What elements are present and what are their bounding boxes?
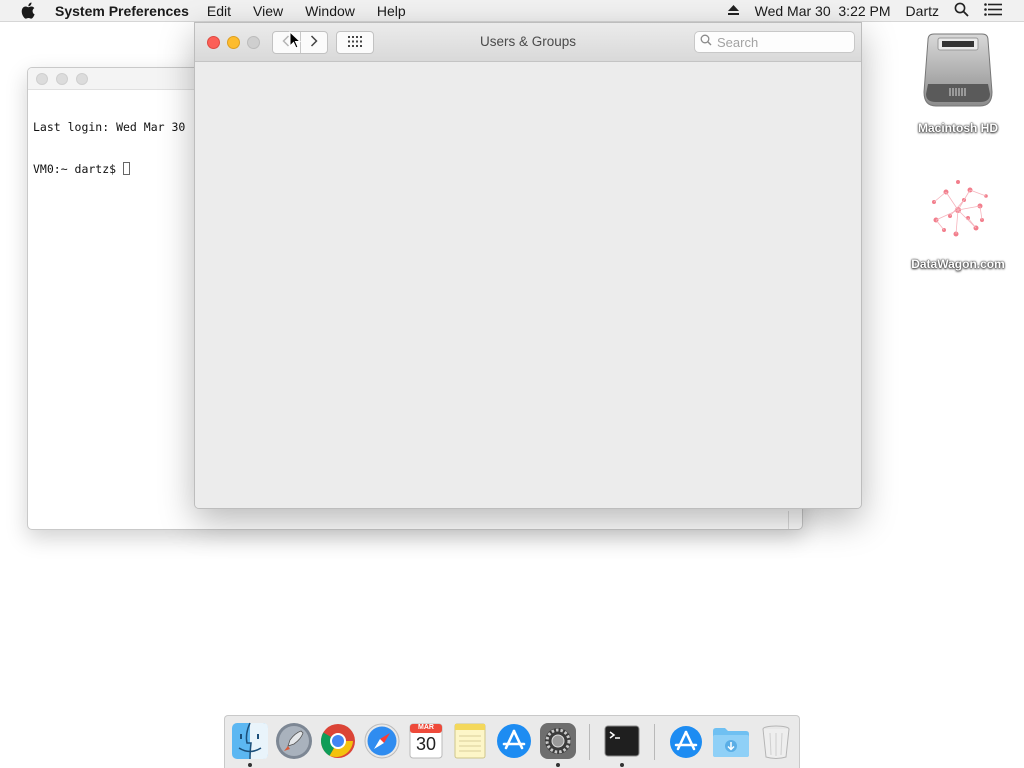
spotlight-search-icon[interactable]: [954, 2, 969, 20]
safari-icon: [363, 723, 401, 764]
mouse-pointer-icon: [289, 30, 302, 49]
terminal-prompt: VM0:~ dartz$: [33, 162, 124, 176]
menu-app-name[interactable]: System Preferences: [55, 3, 189, 19]
running-indicator: [620, 763, 624, 767]
users-groups-pane: [195, 62, 861, 508]
terminal-minimize-button[interactable]: [56, 72, 68, 85]
menu-bar: System Preferences Edit View Window Help…: [0, 0, 1024, 22]
dock: MAR 30: [224, 715, 800, 768]
launchpad-icon: [275, 723, 313, 764]
applications-folder-icon: [667, 726, 705, 764]
menu-window[interactable]: Window: [305, 3, 355, 19]
finder-icon: [231, 722, 269, 764]
notes-icon: [451, 723, 489, 764]
menu-view[interactable]: View: [253, 3, 283, 19]
dock-chrome[interactable]: [319, 722, 357, 760]
running-indicator: [556, 763, 560, 767]
dock-finder[interactable]: [231, 722, 269, 760]
search-input[interactable]: [717, 34, 842, 50]
hard-drive-icon: [920, 32, 996, 117]
system-preferences-window[interactable]: Users & Groups: [194, 22, 862, 509]
dock-notes[interactable]: [451, 722, 489, 760]
desktop-icon-macintosh-hd[interactable]: Macintosh HD: [903, 32, 1013, 135]
system-preferences-icon: [539, 723, 577, 764]
eject-icon[interactable]: [727, 3, 740, 19]
apple-menu-icon[interactable]: [19, 2, 37, 20]
dock-app-store[interactable]: [495, 722, 533, 760]
dock-applications-folder[interactable]: [667, 722, 705, 760]
app-store-icon: [495, 724, 533, 764]
search-icon: [700, 33, 712, 51]
search-field[interactable]: [694, 31, 855, 53]
chrome-icon: [319, 724, 357, 764]
image-file-icon: [920, 172, 996, 253]
dock-system-preferences[interactable]: [539, 722, 577, 760]
menubar-clock[interactable]: Wed Mar 30 3:22 PM: [755, 3, 891, 19]
desktop-icon-datawagon[interactable]: DataWagon.com: [903, 172, 1013, 271]
menubar-user[interactable]: Dartz: [906, 3, 939, 19]
dock-downloads-folder[interactable]: [711, 722, 749, 760]
desktop-icon-label: Macintosh HD: [917, 121, 998, 135]
terminal-icon: [603, 725, 641, 764]
downloads-folder-icon: [711, 728, 751, 764]
menu-help[interactable]: Help: [377, 3, 406, 19]
dock-safari[interactable]: [363, 722, 401, 760]
trash-icon: [757, 725, 795, 764]
dock-launchpad[interactable]: [275, 722, 313, 760]
terminal-zoom-button[interactable]: [76, 72, 88, 85]
dock-calendar[interactable]: MAR 30: [407, 722, 445, 760]
terminal-cursor: [123, 162, 131, 175]
calendar-month: MAR: [418, 724, 434, 731]
terminal-close-button[interactable]: [36, 72, 48, 85]
dock-trash[interactable]: [757, 722, 795, 760]
terminal-scrollbar[interactable]: [788, 511, 802, 529]
desktop-icon-label: DataWagon.com: [911, 257, 1005, 271]
running-indicator: [248, 763, 252, 767]
notification-center-icon[interactable]: [984, 3, 1002, 19]
dock-separator: [589, 724, 590, 760]
menu-edit[interactable]: Edit: [207, 3, 231, 19]
calendar-icon: MAR 30: [407, 722, 445, 760]
calendar-day: 30: [415, 734, 437, 754]
dock-terminal[interactable]: [603, 722, 641, 760]
dock-separator: [654, 724, 655, 760]
